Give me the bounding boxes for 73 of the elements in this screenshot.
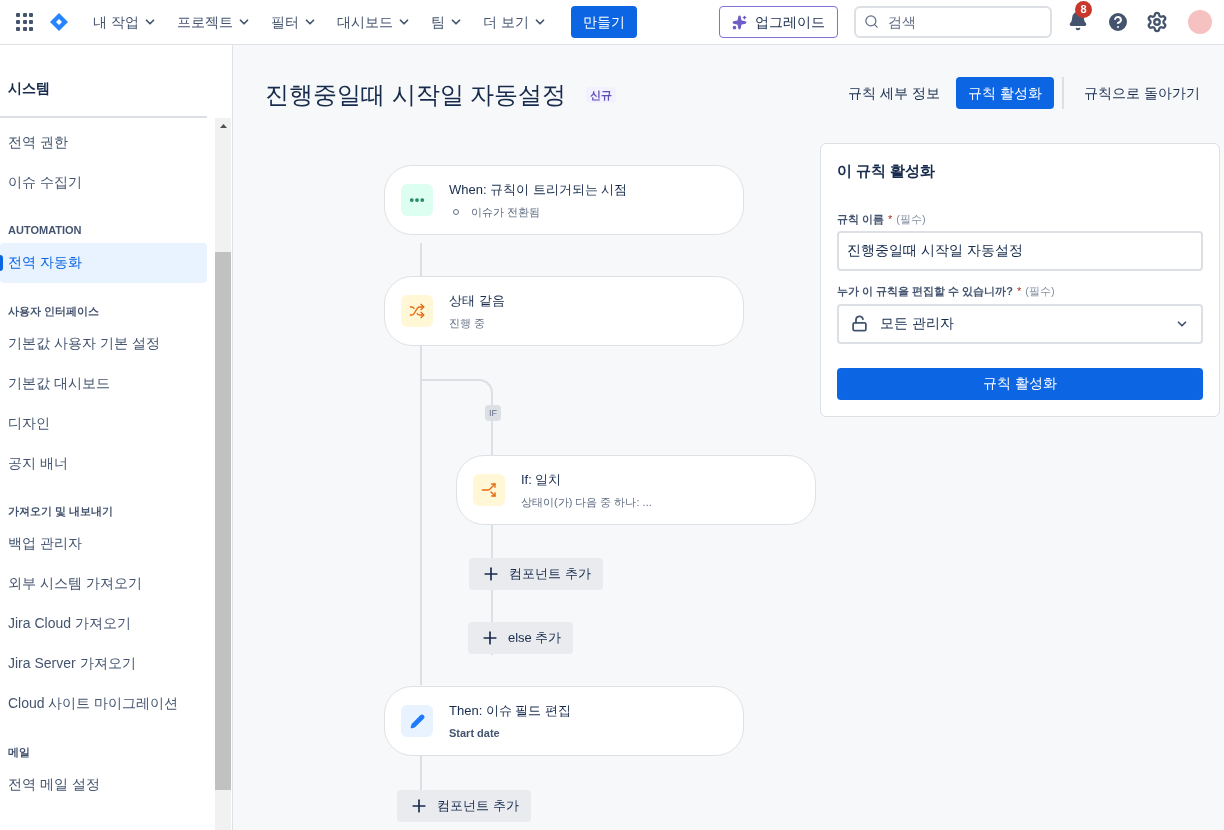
nav-menu[interactable]: 팀 xyxy=(422,6,471,38)
component-title: Then: 이슈 필드 편집 xyxy=(449,702,572,720)
header-action-button[interactable]: 규칙 활성화 xyxy=(956,77,1055,109)
sidebar-item[interactable]: 디자인 xyxy=(0,403,207,443)
sidebar-item[interactable]: 전역 권한 xyxy=(0,122,207,162)
search-field[interactable]: 검색 xyxy=(854,6,1052,38)
shuffle-icon xyxy=(401,295,433,327)
nav-menu[interactable]: 필터 xyxy=(262,6,325,38)
sidebar-item[interactable]: 기본값 사용자 기본 설정 xyxy=(0,323,207,363)
trigger-icon xyxy=(401,184,433,216)
branch-label: IF xyxy=(485,405,501,421)
sidebar-item[interactable]: 외부 시스템 가져오기 xyxy=(0,563,207,604)
header-action-button[interactable]: 규칙으로 돌아가기 xyxy=(1072,77,1212,109)
rule-component-card[interactable]: If: 일치 상태이(가) 다음 중 하나: ... xyxy=(456,455,816,525)
required-hint: (필수) xyxy=(896,211,926,227)
sidebar-item[interactable]: Jira Cloud 가져오기 xyxy=(0,603,207,644)
required-asterisk: * xyxy=(888,211,893,227)
component-subtitle: 이슈가 전환됨 xyxy=(471,204,541,220)
sidebar-section-heading: 메일 xyxy=(7,744,31,760)
add-component-button[interactable]: else 추가 xyxy=(468,622,574,654)
rule-title: 진행중일때 시작일 자동설정 xyxy=(265,80,567,110)
field-label: 규칙 이름 xyxy=(837,211,885,227)
pencil-icon xyxy=(401,705,433,737)
nav-menu[interactable]: 내 작업 xyxy=(85,6,165,38)
notification-count: 8 xyxy=(1075,1,1092,18)
activate-rule-button[interactable]: 규칙 활성화 xyxy=(837,367,1203,400)
add-component-button[interactable]: 컴포넌트 추가 xyxy=(397,790,531,822)
component-title: If: 일치 xyxy=(521,471,563,489)
sidebar-section-heading: AUTOMATION xyxy=(7,223,83,238)
header-action-button[interactable]: 규칙 세부 정보 xyxy=(836,77,953,109)
app-switcher-icon[interactable] xyxy=(16,13,33,31)
sidebar-item[interactable]: Jira Server 가져오기 xyxy=(0,643,207,684)
create-button[interactable]: 만들기 xyxy=(570,6,637,38)
rule-component-card[interactable]: When: 규칙이 트리거되는 시점 이슈가 전환됨 xyxy=(384,165,744,235)
nav-menu[interactable]: 대시보드 xyxy=(328,6,419,38)
nav-menu[interactable]: 프로젝트 xyxy=(168,6,259,38)
component-title: 상태 같음 xyxy=(449,292,505,310)
rule-component-card[interactable]: 상태 같음 진행 중 xyxy=(384,276,744,346)
rule-component-card[interactable]: Then: 이슈 필드 편집 Start date xyxy=(384,686,744,756)
sidebar-item[interactable]: 전역 자동화 xyxy=(0,242,207,283)
sparkle-icon xyxy=(732,14,747,30)
editor-select[interactable]: 모든 관리자 xyxy=(837,303,1203,344)
required-asterisk: * xyxy=(1017,284,1022,299)
component-subtitle: Start date xyxy=(449,725,500,741)
rule-name-field[interactable]: 진행중일때 시작일 자동설정 xyxy=(837,231,1203,271)
component-subtitle: 진행 중 xyxy=(449,315,486,331)
nav-menu[interactable]: 더 보기 xyxy=(474,6,555,38)
sidebar-section-heading: 가져오기 및 내보내기 xyxy=(7,504,115,519)
sidebar-item[interactable]: 공지 배너 xyxy=(0,443,207,483)
unlock-icon xyxy=(851,315,868,332)
component-subtitle: 상태이(가) 다음 중 하나: ... xyxy=(521,494,652,510)
scrollbar-thumb[interactable] xyxy=(215,252,231,790)
panel-title: 이 규칙 활성화 xyxy=(837,161,937,181)
search-icon xyxy=(864,14,879,29)
sidebar-item[interactable]: 이슈 수집기 xyxy=(0,162,207,202)
branch-icon xyxy=(473,474,505,506)
sidebar-section-heading: 사용자 인터페이스 xyxy=(7,303,101,319)
required-hint: (필수) xyxy=(1025,284,1055,299)
upgrade-button[interactable]: 업그레이드 xyxy=(719,6,838,38)
help-icon[interactable] xyxy=(1106,10,1130,34)
settings-icon[interactable] xyxy=(1146,11,1168,33)
status-badge: 신규 xyxy=(586,86,617,104)
diamond-logo-icon[interactable] xyxy=(49,12,69,32)
sidebar-item[interactable]: Cloud 사이트 마이그레이션 xyxy=(0,683,207,724)
sidebar-item[interactable]: 백업 관리자 xyxy=(0,523,207,564)
component-title: When: 규칙이 트리거되는 시점 xyxy=(449,181,628,199)
sidebar-item[interactable]: 기본값 대시보드 xyxy=(0,363,207,403)
field-label: 누가 이 규칙을 편집할 수 있습니까? xyxy=(837,284,1013,299)
sidebar-item[interactable]: 전역 메일 설정 xyxy=(0,764,207,804)
add-component-button[interactable]: 컴포넌트 추가 xyxy=(469,558,603,590)
scrollbar[interactable] xyxy=(215,118,231,830)
sidebar-title: 시스템 xyxy=(0,45,207,118)
scroll-up-arrow-icon[interactable] xyxy=(219,124,227,128)
